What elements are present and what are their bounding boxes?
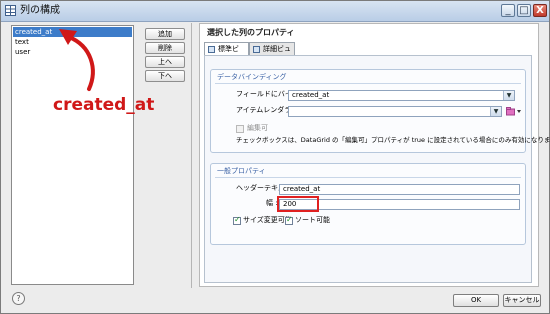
group-divider [215,177,521,178]
sortable-checkbox[interactable] [285,215,293,225]
editable-label: 編集可 [247,124,268,132]
maximize-button[interactable]: □ [517,4,531,17]
detail-icon [253,46,260,53]
general-properties-group: 一般プロパティ ヘッダーテキスト : created_at 幅 : 200 サイ… [210,163,526,245]
close-button[interactable]: X [533,4,547,17]
bind-field-dropdown[interactable]: created_at ▼ [288,90,515,101]
add-button[interactable]: 追加 [145,28,185,40]
view-icon [208,46,215,53]
editable-checkbox[interactable] [236,125,244,133]
panel-title: 選択した列のプロパティ [207,28,295,37]
editable-note: チェックボックスは、DataGrid の「編集可」プロパティが true に設定… [236,136,550,144]
group-title: データバインディング [217,73,287,81]
item-renderer-dropdown[interactable]: ▼ [288,106,502,117]
move-down-button[interactable]: 下へ [145,70,185,82]
width-label: 幅 : [266,199,278,207]
data-binding-group: データバインディング フィールドにバインド : created_at ▼ アイテ… [210,69,550,153]
minimize-button[interactable]: _ [501,4,515,17]
sortable-label: ソート可能 [295,216,330,224]
chevron-down-icon[interactable]: ▼ [503,91,514,100]
delete-button[interactable]: 削除 [145,42,185,54]
group-title: 一般プロパティ [217,167,266,175]
cancel-button[interactable]: キャンセル [503,294,541,307]
chevron-down-icon[interactable]: ▼ [490,107,501,116]
ok-button[interactable]: OK [453,294,499,307]
highlight-box [277,196,319,212]
annotation-label: created_at [53,95,155,115]
resizable-checkbox[interactable] [233,215,241,225]
dialog-window: 列の構成 _ □ X created_at text user created_… [0,0,550,314]
tab-standard-view[interactable]: 標準ビュー [204,42,249,65]
panel-divider [191,23,192,288]
properties-panel: 選択した列のプロパティ 標準ビュー 詳細ビュー データバインディング フィールド… [199,23,550,287]
help-icon[interactable]: ? [12,292,25,305]
move-up-button[interactable]: 上へ [145,56,185,68]
tab-detail-view[interactable]: 詳細ビュー [249,42,295,65]
folder-icon[interactable] [506,107,522,116]
header-text-input[interactable]: created_at [279,184,520,195]
tab-content: データバインディング フィールドにバインド : created_at ▼ アイテ… [204,55,550,283]
group-divider [215,83,521,84]
